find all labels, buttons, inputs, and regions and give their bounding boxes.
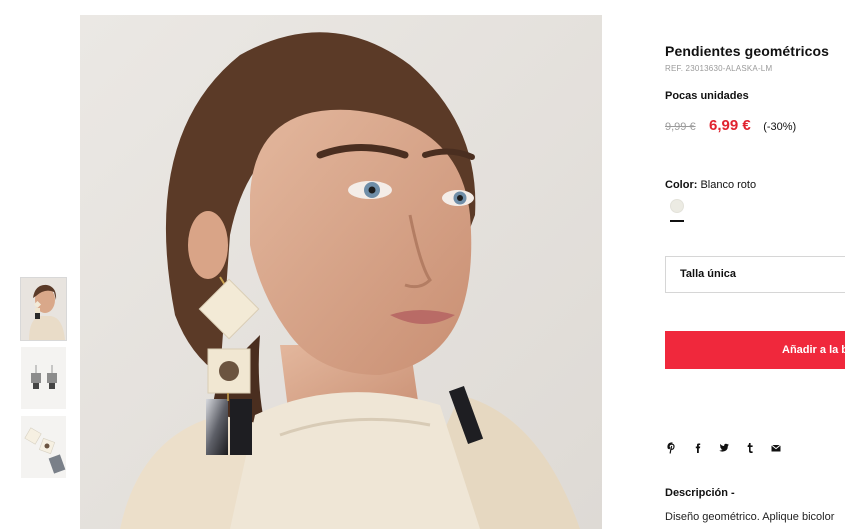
- thumbnail-list: [20, 277, 67, 485]
- color-value: Blanco roto: [700, 179, 757, 191]
- thumbnail-model[interactable]: [20, 277, 67, 341]
- product-page: Pendientes geométricos REF. 23013630-ALA…: [0, 0, 845, 529]
- tumblr-icon[interactable]: [743, 441, 757, 455]
- pinterest-icon[interactable]: [665, 441, 679, 455]
- color-row: Color: Blanco roto: [665, 179, 756, 191]
- description-text: Diseño geométrico. Aplique bicolor: [665, 511, 835, 523]
- sale-price: 6,99 €: [709, 117, 751, 134]
- color-swatch[interactable]: [670, 199, 684, 213]
- discount-badge: (-30%): [763, 121, 797, 133]
- size-select[interactable]: Talla única: [665, 256, 845, 293]
- add-to-cart-button[interactable]: Añadir a la bolsa: [665, 331, 845, 369]
- product-info-panel: Pendientes geométricos REF. 23013630-ALA…: [665, 0, 845, 529]
- product-title: Pendientes geométricos: [665, 43, 830, 59]
- twitter-icon[interactable]: [717, 441, 731, 455]
- price-row: 9,99 € 6,99 € (-30%): [665, 117, 796, 135]
- thumbnail-earrings-detail[interactable]: [21, 416, 66, 478]
- color-label: Color:: [665, 179, 698, 191]
- product-reference: REF. 23013630-ALASKA-LM: [665, 64, 773, 73]
- main-product-image[interactable]: [80, 15, 602, 529]
- description-heading[interactable]: Descripción -: [665, 487, 735, 499]
- email-icon[interactable]: [769, 441, 783, 455]
- stock-status: Pocas unidades: [665, 90, 749, 102]
- thumbnail-earrings-pair[interactable]: [21, 347, 66, 409]
- old-price: 9,99 €: [665, 121, 696, 133]
- share-icons: [665, 441, 795, 455]
- swatch-selected-indicator: [670, 220, 684, 222]
- facebook-icon[interactable]: [691, 441, 705, 455]
